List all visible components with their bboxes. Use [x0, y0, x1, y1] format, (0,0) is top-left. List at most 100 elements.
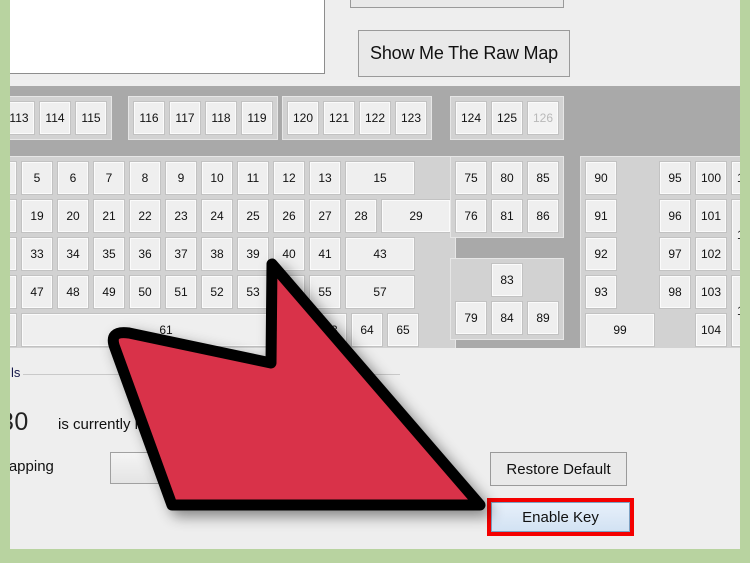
- key-18[interactable]: 18: [10, 199, 17, 233]
- key-38[interactable]: 38: [201, 237, 233, 271]
- key-21[interactable]: 21: [93, 199, 125, 233]
- key-4[interactable]: 4: [10, 161, 17, 195]
- key-123[interactable]: 123: [395, 101, 427, 135]
- key-96[interactable]: 96: [659, 199, 691, 233]
- key-120[interactable]: 120: [287, 101, 319, 135]
- enable-key-button[interactable]: Enable Key: [491, 502, 630, 532]
- key-103[interactable]: 103: [695, 275, 727, 309]
- key-47[interactable]: 47: [21, 275, 53, 309]
- key-76[interactable]: 76: [455, 199, 487, 233]
- key-86[interactable]: 86: [527, 199, 559, 233]
- key-105[interactable]: 105: [731, 161, 740, 195]
- key-106[interactable]: 106: [731, 199, 740, 271]
- key-27[interactable]: 27: [309, 199, 341, 233]
- key-5[interactable]: 5: [21, 161, 53, 195]
- key-23[interactable]: 23: [165, 199, 197, 233]
- key-53[interactable]: 53: [237, 275, 269, 309]
- key-26[interactable]: 26: [273, 199, 305, 233]
- key-29[interactable]: 29: [381, 199, 451, 233]
- key-40[interactable]: 40: [273, 237, 305, 271]
- key-102[interactable]: 102: [695, 237, 727, 271]
- key-33[interactable]: 33: [21, 237, 53, 271]
- key-39[interactable]: 39: [237, 237, 269, 271]
- key-65[interactable]: 65: [387, 313, 419, 347]
- key-117[interactable]: 117: [169, 101, 201, 135]
- key-11[interactable]: 11: [237, 161, 269, 195]
- key-100[interactable]: 100: [695, 161, 727, 195]
- remapping-input[interactable]: [110, 452, 294, 484]
- key-80[interactable]: 80: [491, 161, 523, 195]
- key-60[interactable]: 60: [10, 313, 17, 347]
- key-85[interactable]: 85: [527, 161, 559, 195]
- key-41[interactable]: 41: [309, 237, 341, 271]
- key-49[interactable]: 49: [93, 275, 125, 309]
- restore-default-button[interactable]: Restore Default: [490, 452, 627, 486]
- key-90[interactable]: 90: [585, 161, 617, 195]
- key-98[interactable]: 98: [659, 275, 691, 309]
- key-95[interactable]: 95: [659, 161, 691, 195]
- key-52[interactable]: 52: [201, 275, 233, 309]
- key-9[interactable]: 9: [165, 161, 197, 195]
- key-12[interactable]: 12: [273, 161, 305, 195]
- key-92[interactable]: 92: [585, 237, 617, 271]
- key-104[interactable]: 104: [695, 313, 727, 347]
- raw-map-textbox[interactable]: [10, 0, 325, 74]
- key-101[interactable]: 101: [695, 199, 727, 233]
- key-32[interactable]: 32: [10, 237, 17, 271]
- key-50[interactable]: 50: [129, 275, 161, 309]
- key-34[interactable]: 34: [57, 237, 89, 271]
- key-79[interactable]: 79: [455, 301, 487, 335]
- key-84[interactable]: 84: [491, 301, 523, 335]
- key-25[interactable]: 25: [237, 199, 269, 233]
- key-43[interactable]: 43: [345, 237, 415, 271]
- key-116[interactable]: 116: [133, 101, 165, 135]
- key-36[interactable]: 36: [129, 237, 161, 271]
- key-15[interactable]: 15: [345, 161, 415, 195]
- key-7[interactable]: 7: [93, 161, 125, 195]
- controls-group-box: ls: [10, 365, 400, 525]
- key-48[interactable]: 48: [57, 275, 89, 309]
- key-99[interactable]: 99: [585, 313, 655, 347]
- key-81[interactable]: 81: [491, 199, 523, 233]
- key-group-function-row-left: 113 114 115: [10, 96, 112, 140]
- key-13[interactable]: 13: [309, 161, 341, 195]
- key-93[interactable]: 93: [585, 275, 617, 309]
- key-113[interactable]: 113: [10, 101, 35, 135]
- key-55[interactable]: 55: [309, 275, 341, 309]
- key-83[interactable]: 83: [491, 263, 523, 297]
- key-121[interactable]: 121: [323, 101, 355, 135]
- key-46[interactable]: 46: [10, 275, 17, 309]
- key-35[interactable]: 35: [93, 237, 125, 271]
- key-63[interactable]: 63: [315, 313, 347, 347]
- key-22[interactable]: 22: [129, 199, 161, 233]
- key-20[interactable]: 20: [57, 199, 89, 233]
- key-61[interactable]: 61: [21, 313, 311, 347]
- key-115[interactable]: 115: [75, 101, 107, 135]
- key-19[interactable]: 19: [21, 199, 53, 233]
- partial-button-above[interactable]: [350, 0, 564, 8]
- show-raw-map-button[interactable]: Show Me The Raw Map: [358, 30, 570, 77]
- key-126[interactable]: 126: [527, 101, 559, 135]
- key-89[interactable]: 89: [527, 301, 559, 335]
- key-6[interactable]: 6: [57, 161, 89, 195]
- key-125[interactable]: 125: [491, 101, 523, 135]
- key-51[interactable]: 51: [165, 275, 197, 309]
- key-122[interactable]: 122: [359, 101, 391, 135]
- key-10[interactable]: 10: [201, 161, 233, 195]
- key-57[interactable]: 57: [345, 275, 415, 309]
- key-28[interactable]: 28: [345, 199, 377, 233]
- key-37[interactable]: 37: [165, 237, 197, 271]
- key-124[interactable]: 124: [455, 101, 487, 135]
- key-75[interactable]: 75: [455, 161, 487, 195]
- key-24[interactable]: 24: [201, 199, 233, 233]
- key-119[interactable]: 119: [241, 101, 273, 135]
- key-91[interactable]: 91: [585, 199, 617, 233]
- key-54[interactable]: 54: [273, 275, 305, 309]
- key-118[interactable]: 118: [205, 101, 237, 135]
- key-8[interactable]: 8: [129, 161, 161, 195]
- key-114[interactable]: 114: [39, 101, 71, 135]
- key-64[interactable]: 64: [351, 313, 383, 347]
- key-row: 76 81 86: [453, 197, 561, 235]
- key-97[interactable]: 97: [659, 237, 691, 271]
- key-108[interactable]: 108: [731, 275, 740, 347]
